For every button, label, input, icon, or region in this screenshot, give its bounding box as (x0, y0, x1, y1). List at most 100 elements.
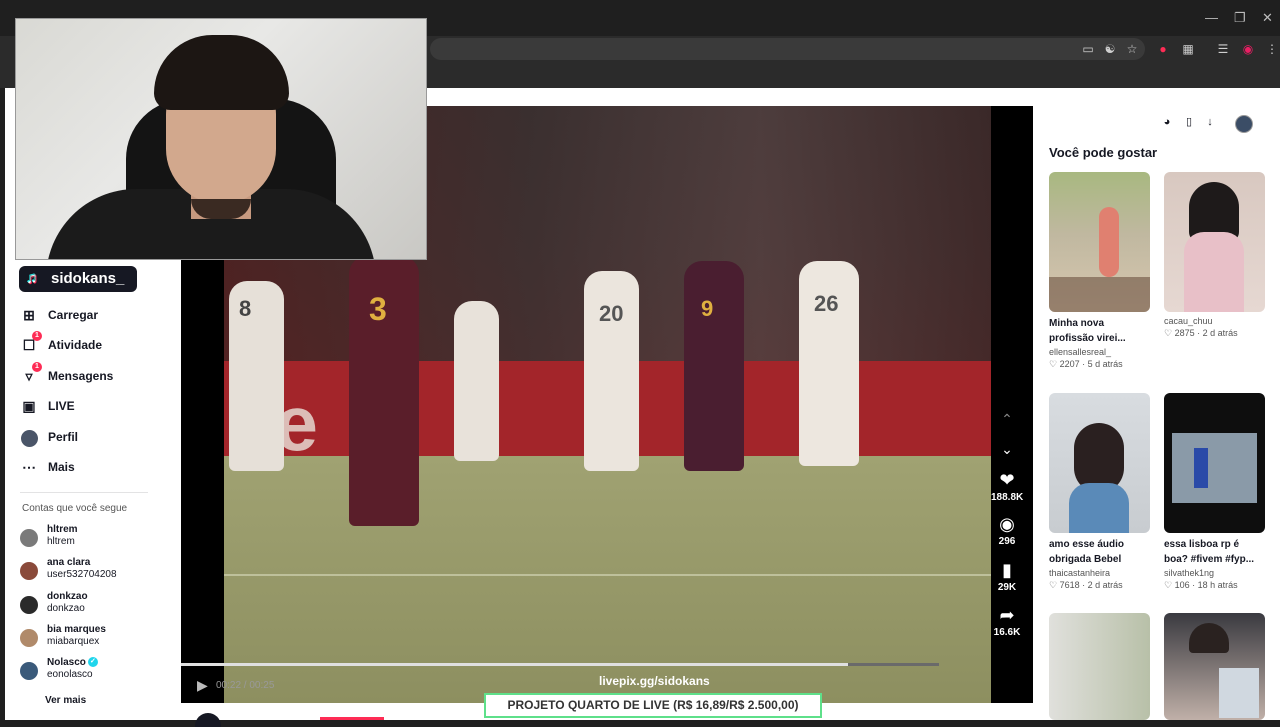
card-meta: ♡ 2207 · 5 d atrás (1049, 359, 1123, 369)
overlay-donation-url: livepix.gg/sidokans (599, 674, 710, 688)
video-thumbnail (1049, 172, 1150, 312)
recommend-card[interactable]: cacau_chuu ♡ 2875 · 2 d atrás (1164, 172, 1265, 339)
recommend-card[interactable] (1164, 613, 1265, 720)
comment-icon: ◉ (999, 514, 1015, 534)
recommend-card[interactable]: Minha nova profissão virei... ellensalle… (1049, 172, 1150, 370)
recommend-title: Você pode gostar (1049, 145, 1158, 160)
activity-badge: 1 (32, 331, 42, 341)
like-button[interactable]: ❤ 188.8K (991, 470, 1023, 503)
following-handle: hltrem (47, 536, 75, 547)
recommend-card[interactable] (1049, 613, 1150, 720)
card-likes: 7618 (1059, 580, 1080, 590)
avatar (20, 662, 38, 680)
following-item[interactable]: hltrem hltrem (20, 524, 170, 554)
heart-outline-icon: ♡ (1049, 359, 1058, 369)
send-icon: ▿ 1 (20, 362, 42, 385)
thumbnail-ground (1049, 277, 1150, 312)
avatar (20, 596, 38, 614)
nav-profile-label: Perfil (48, 430, 79, 444)
thumbnail-figure (1184, 232, 1244, 312)
save-button[interactable]: ▮ 29K (991, 560, 1023, 593)
card-likes: 2875 (1174, 328, 1195, 338)
nav-profile[interactable]: Perfil (20, 426, 78, 448)
card-time: 5 d atrás (1087, 359, 1123, 369)
thumbnail-figure (1194, 448, 1208, 488)
prev-video-icon[interactable]: ⌃ (991, 411, 1023, 428)
save-count: 29K (997, 582, 1017, 593)
screen-cast-icon[interactable]: ▭ (1080, 41, 1096, 57)
next-video-icon[interactable]: ⌄ (991, 441, 1023, 458)
heart-outline-icon: ♡ (1164, 328, 1173, 338)
following-item[interactable]: Nolasco ✓ eonolasco (20, 657, 170, 687)
menu-kebab-icon[interactable]: ⋮ (1264, 41, 1280, 57)
card-time: 18 h atrás (1197, 580, 1238, 590)
user-avatar[interactable] (1235, 115, 1253, 133)
translate-icon[interactable]: ☯ (1102, 41, 1118, 57)
profile-avatar (20, 428, 38, 447)
following-title: Contas que você segue (22, 503, 128, 514)
card-title: amo esse áudio obrigada Bebel (1049, 539, 1125, 565)
webcam-overlay (15, 18, 427, 260)
video-actions: ⌃ ⌄ ❤ 188.8K ◉ 296 ▮ 29K ➦ 16.6K (991, 106, 1033, 703)
profile-icon[interactable]: ◉ (1240, 41, 1256, 57)
avatar (20, 562, 38, 580)
plus-square-icon: ⊞ (23, 307, 35, 323)
address-bar[interactable]: ▭ ☯ ☆ (430, 38, 1145, 60)
nav-upload[interactable]: ⊞ Carregar (20, 304, 98, 326)
nav-upload-label: Carregar (48, 308, 99, 322)
download-icon[interactable]: ↓ (1203, 115, 1217, 129)
card-title: essa lisboa rp é boa? #fivem #fyp... (1164, 539, 1255, 565)
thumbnail-figure (1069, 483, 1129, 533)
coins-icon[interactable]: ◕ (1160, 115, 1174, 129)
jersey-number: 20 (599, 301, 624, 326)
video-progress-fill (181, 663, 849, 666)
bookmark-icon: ▮ (1002, 560, 1012, 580)
card-meta: ♡ 7618 · 2 d atrás (1049, 580, 1123, 590)
recommend-card[interactable]: essa lisboa rp é boa? #fivem #fyp... sil… (1164, 393, 1265, 591)
extensions-puzzle-icon[interactable]: ▦ (1180, 41, 1196, 57)
video-progress-bar[interactable] (181, 663, 939, 666)
nav-messages-label: Mensagens (48, 369, 114, 383)
maximize-icon[interactable]: ❐ (1234, 10, 1246, 26)
share-arrow-icon: ➦ (999, 605, 1015, 625)
device-icon[interactable]: ▯ (1182, 115, 1196, 129)
following-handle: user532704208 (47, 569, 117, 580)
following-item[interactable]: bia marques miabarquex (20, 624, 170, 654)
recommend-card[interactable]: amo esse áudio obrigada Bebel thaicastan… (1049, 393, 1150, 591)
video-time: 00:22 / 00:25 (216, 680, 275, 691)
more-dots-icon: ⋯ (22, 459, 36, 475)
comment-button[interactable]: ◉ 296 (991, 514, 1023, 547)
share-button[interactable]: ➦ 16.6K (991, 605, 1023, 638)
following-item[interactable]: ana clara user532704208 (20, 557, 170, 587)
see-more-link[interactable]: Ver mais (45, 695, 86, 706)
video-player-figure (229, 281, 284, 471)
card-likes: 106 (1174, 580, 1190, 590)
media-controls-icon[interactable]: ☰ (1215, 41, 1231, 57)
nav-live[interactable]: ▣ LIVE (20, 395, 75, 417)
card-time: 2 d atrás (1087, 580, 1123, 590)
share-count: 16.6K (993, 627, 1021, 638)
heart-icon: ❤ (999, 470, 1015, 490)
following-name: Nolasco ✓ (47, 657, 98, 668)
following-handle: donkzao (47, 603, 85, 614)
play-icon[interactable]: ▶ (197, 677, 208, 694)
avatar (20, 629, 38, 647)
jersey-number: 9 (701, 296, 714, 321)
nav-messages[interactable]: ▿ 1 Mensagens (20, 362, 114, 387)
following-item[interactable]: donkzao donkzao (20, 591, 170, 621)
following-name-text: Nolasco (47, 657, 86, 668)
minimize-icon[interactable]: — (1205, 10, 1218, 25)
nav-activity-label: Atividade (48, 338, 103, 352)
bookmark-star-icon[interactable]: ☆ (1124, 41, 1140, 57)
following-name: donkzao (47, 591, 88, 602)
video-player-figure (684, 261, 744, 471)
nav-live-label: LIVE (48, 399, 75, 413)
extension-icon[interactable]: ● (1155, 41, 1171, 57)
nav-more[interactable]: ⋯ Mais (20, 456, 75, 478)
live-tv-icon: ▣ (22, 398, 36, 414)
video-thumbnail (1164, 613, 1265, 720)
card-author: thaicastanheira (1049, 568, 1111, 578)
close-icon[interactable]: ✕ (1262, 10, 1273, 26)
nav-activity[interactable]: ☐ 1 Atividade (20, 331, 103, 356)
nav-more-label: Mais (48, 460, 75, 474)
